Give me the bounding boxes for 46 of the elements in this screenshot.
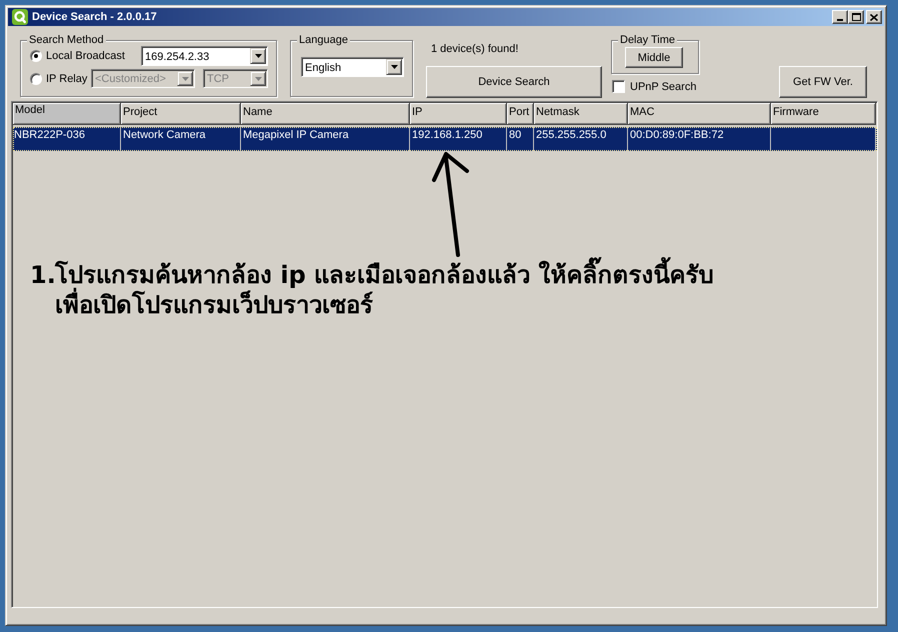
caret-icon <box>390 65 398 69</box>
maximize-button[interactable] <box>848 10 864 24</box>
radio-button[interactable] <box>30 50 42 62</box>
get-firmware-button[interactable]: Get FW Ver. <box>779 66 867 98</box>
close-button[interactable] <box>866 10 882 24</box>
radio-label: IP Relay <box>46 72 88 84</box>
radio-button[interactable] <box>30 72 42 84</box>
instruction-text: โปรแกรมค้นหากล้อง ip และเมือเจอกล้องแล้ว ให้คลิ๊กตรงนี้ครับ เพื่อเปิดโปรแกรมเว็ปบราวเซอร์ <box>55 258 714 320</box>
column-header[interactable]: Port <box>507 103 534 125</box>
step-number: 1. <box>30 261 55 291</box>
column-header[interactable]: MAC <box>628 103 771 125</box>
column-header[interactable]: Name <box>241 103 410 125</box>
close-icon <box>870 14 878 20</box>
table-cell: 192.168.1.250 <box>410 127 507 151</box>
app-icon <box>12 9 28 25</box>
table-cell: 00:D0:89:0F:BB:72 <box>628 127 771 151</box>
group-label: Language <box>297 34 350 47</box>
delay-time-button[interactable]: Middle <box>625 47 683 68</box>
minimize-icon <box>836 18 842 20</box>
table-row[interactable]: NBR222P-036 Network Camera Megapixel IP Camera 192.168.1.250 80 255.255.255.0 00:D0:89:0F:BB:72 <box>13 127 877 151</box>
checkbox-label: UPnP Search <box>630 80 696 92</box>
dropdown[interactable]: 169.254.2.33 <box>141 46 268 66</box>
column-header[interactable]: Firmware <box>771 103 876 125</box>
maximize-icon <box>852 13 860 21</box>
caret-icon <box>254 76 262 80</box>
window-title: Device Search - 2.0.0.17 <box>32 11 157 23</box>
caret-icon <box>182 76 188 80</box>
table-cell: Megapixel IP Camera <box>241 127 410 151</box>
column-header[interactable]: Project <box>121 103 241 125</box>
column-header[interactable]: IP <box>410 103 507 125</box>
table-cell: 255.255.255.0 <box>534 127 628 151</box>
table-cell: NBR222P-036 <box>13 127 121 151</box>
column-header[interactable]: Model <box>13 103 121 125</box>
device-search-button[interactable]: Device Search <box>426 66 602 98</box>
language-dropdown[interactable]: English <box>301 57 404 77</box>
radio-label: Local Broadcast <box>46 50 125 62</box>
dropdown-button[interactable] <box>386 59 402 75</box>
group-label: Delay Time <box>618 34 678 47</box>
minimize-button[interactable] <box>832 10 848 24</box>
checkbox[interactable] <box>612 80 625 93</box>
caret-icon <box>254 54 262 58</box>
column-header[interactable]: Netmask <box>534 103 628 125</box>
dropdown-button[interactable] <box>250 48 266 64</box>
status-text: 1 device(s) found! <box>431 43 520 56</box>
table-cell: 80 <box>507 127 534 151</box>
table-cell: Network Camera <box>121 127 241 151</box>
